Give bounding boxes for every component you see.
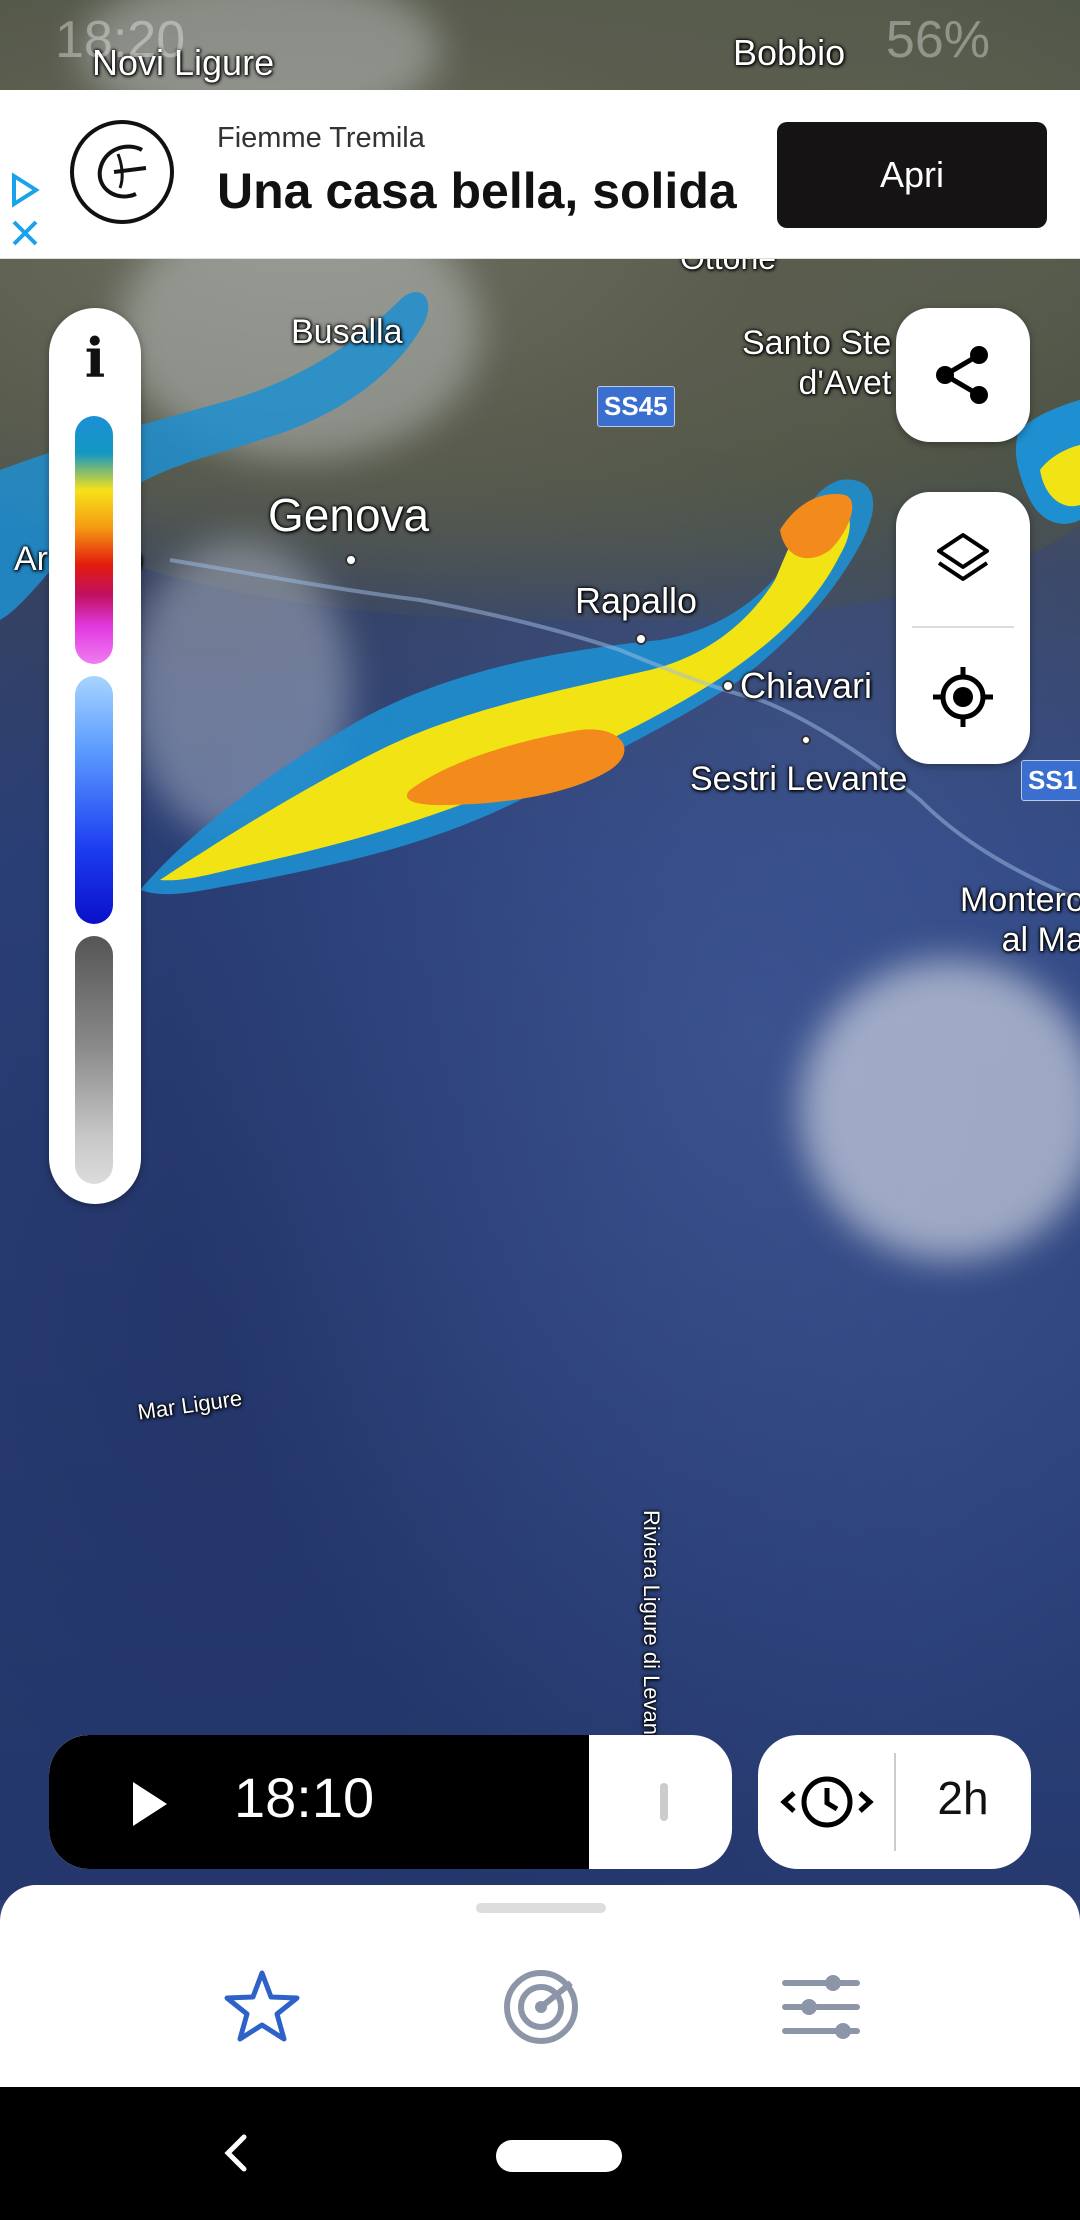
ad-choices-icon[interactable] (6, 170, 44, 250)
status-time: 18:20 (55, 11, 186, 69)
place-santo-stefano: Santo Ste d'Avet (742, 324, 892, 402)
place-genova: Genova (268, 489, 430, 541)
ad-open-button[interactable]: Apri (777, 122, 1047, 228)
place-rapallo: Rapallo (575, 580, 698, 621)
status-battery: 56% (885, 11, 990, 69)
nav-radar[interactable] (496, 1962, 586, 2052)
layers-icon (937, 533, 989, 581)
controls-divider (912, 626, 1014, 628)
place-monterosso: Montero al Ma (960, 881, 1080, 959)
play-icon[interactable] (115, 1770, 179, 1834)
star-icon (224, 1970, 300, 2042)
ad-headline: Una casa bella, solida (217, 163, 737, 219)
precipitation-legend[interactable]: i (49, 308, 141, 1204)
range-divider (894, 1753, 896, 1851)
city-dot (722, 680, 734, 692)
back-icon[interactable] (206, 2123, 266, 2183)
road-shield-ss1: SS1 (1021, 760, 1080, 801)
my-location-button[interactable] (896, 630, 1030, 764)
road-label: SS1 (1028, 765, 1078, 795)
radar-overlay (0, 291, 1080, 902)
legend-mixed-scale (75, 936, 113, 1184)
radar-icon (504, 1970, 578, 2044)
place-busalla: Busalla (291, 313, 403, 351)
status-bar: 18:20 56% (0, 0, 1080, 80)
history-clock-icon[interactable] (780, 1765, 874, 1839)
ad-advertiser-name: Fiemme Tremila (217, 122, 425, 154)
home-pill[interactable] (496, 2140, 622, 2172)
timeline-scrub-handle[interactable] (660, 1783, 668, 1821)
info-icon[interactable]: i (49, 326, 141, 390)
share-icon (936, 346, 988, 404)
my-location-icon (933, 667, 993, 727)
legend-snow-scale (75, 676, 113, 924)
nav-favorites[interactable] (217, 1962, 307, 2052)
sheet-drag-handle[interactable] (476, 1903, 606, 1913)
bottom-sheet (0, 1885, 1080, 2087)
ad-banner[interactable]: Fiemme Tremila Una casa bella, solida Ap… (0, 90, 1080, 259)
city-dot (801, 735, 811, 745)
time-range-selector[interactable]: 2h (758, 1735, 1031, 1869)
legend-rain-scale (75, 416, 113, 664)
road-shield-ss45: SS45 (597, 386, 675, 427)
system-navigation-bar (0, 2087, 1080, 2220)
advertiser-logo (70, 120, 174, 224)
sliders-icon (782, 1975, 860, 2039)
map-controls-group (896, 492, 1030, 764)
city-dot (345, 554, 357, 566)
road-label: SS45 (604, 391, 668, 421)
timeline-time: 18:10 (234, 1766, 375, 1829)
place-riviera-ligure: Riviera Ligure di Levant (639, 1510, 664, 1742)
nav-settings[interactable] (776, 1962, 866, 2052)
place-chiavari: Chiavari (740, 665, 873, 706)
city-dot (635, 633, 647, 645)
place-sestri-levante: Sestri Levante (690, 760, 908, 798)
share-button[interactable] (896, 308, 1030, 442)
range-label[interactable]: 2h (908, 1771, 1018, 1825)
layers-button[interactable] (896, 492, 1030, 626)
radar-map[interactable]: Novi Ligure Bobbio Ottone Busalla Santo … (0, 0, 1080, 1900)
timeline-player[interactable]: 18:10 (49, 1735, 732, 1869)
